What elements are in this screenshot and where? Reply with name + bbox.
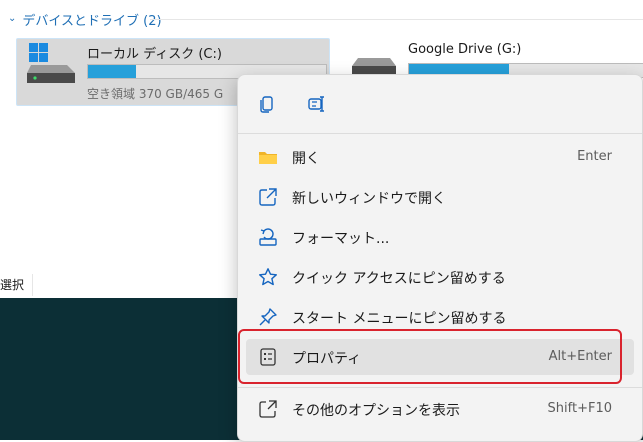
drive-g-name: Google Drive (G:) — [408, 42, 522, 57]
section-divider — [150, 19, 643, 20]
copy-icon — [260, 96, 273, 113]
properties-icon — [260, 348, 276, 366]
menu-item-pin-start[interactable]: スタート メニューにピン留めする — [246, 299, 634, 335]
menu-separator — [238, 387, 642, 388]
open-new-window-icon — [259, 188, 277, 206]
menu-item-shortcut: Alt+Enter — [548, 349, 612, 364]
status-selection-label: 選択 — [0, 278, 25, 292]
menu-item-shortcut: Enter — [577, 149, 612, 164]
drive-c-free-space: 空き領域 370 GB/465 G — [87, 87, 224, 101]
section-label: デバイスとドライブ (2) — [22, 13, 162, 29]
chevron-down-icon: ⌄ — [8, 12, 17, 24]
menu-item-label: クイック アクセスにピン留めする — [292, 271, 506, 287]
menu-item-label: フォーマット... — [292, 231, 390, 247]
more-options-icon — [259, 400, 277, 418]
menu-item-shortcut: Shift+F10 — [547, 401, 612, 416]
menu-item-label: その他のオプションを表示 — [292, 403, 460, 419]
format-drive-icon — [259, 228, 277, 246]
folder-icon — [259, 152, 277, 164]
menu-item-more-options[interactable]: その他のオプションを表示 Shift+F10 — [246, 391, 634, 427]
drive-c-name: ローカル ディスク (C:) — [87, 47, 222, 62]
menu-item-open[interactable]: 開く Enter — [246, 139, 634, 175]
context-menu-toolbar — [238, 75, 642, 133]
drive-windows-icon — [27, 43, 75, 83]
devices-section-header[interactable]: ⌄ デバイスとドライブ (2) — [8, 8, 162, 30]
copy-button[interactable] — [250, 87, 284, 121]
menu-item-label: プロパティ — [292, 351, 362, 367]
drive-c-usage-fill — [88, 65, 136, 78]
status-divider — [32, 274, 33, 296]
star-icon — [259, 268, 277, 286]
menu-item-label: 新しいウィンドウで開く — [292, 191, 446, 207]
menu-item-label: 開く — [292, 151, 320, 167]
menu-separator — [238, 133, 642, 134]
menu-item-label: スタート メニューにピン留めする — [292, 311, 507, 327]
menu-item-properties[interactable]: プロパティ Alt+Enter — [246, 339, 634, 375]
rename-icon — [308, 96, 324, 112]
rename-button[interactable] — [300, 87, 334, 121]
context-menu: 開く Enter 新しいウィンドウで開く フォーマット... クイック アクセス… — [237, 74, 643, 442]
pin-icon — [259, 308, 277, 326]
menu-item-open-new-window[interactable]: 新しいウィンドウで開く — [246, 179, 634, 215]
menu-item-format[interactable]: フォーマット... — [246, 219, 634, 255]
menu-item-pin-quick-access[interactable]: クイック アクセスにピン留めする — [246, 259, 634, 295]
